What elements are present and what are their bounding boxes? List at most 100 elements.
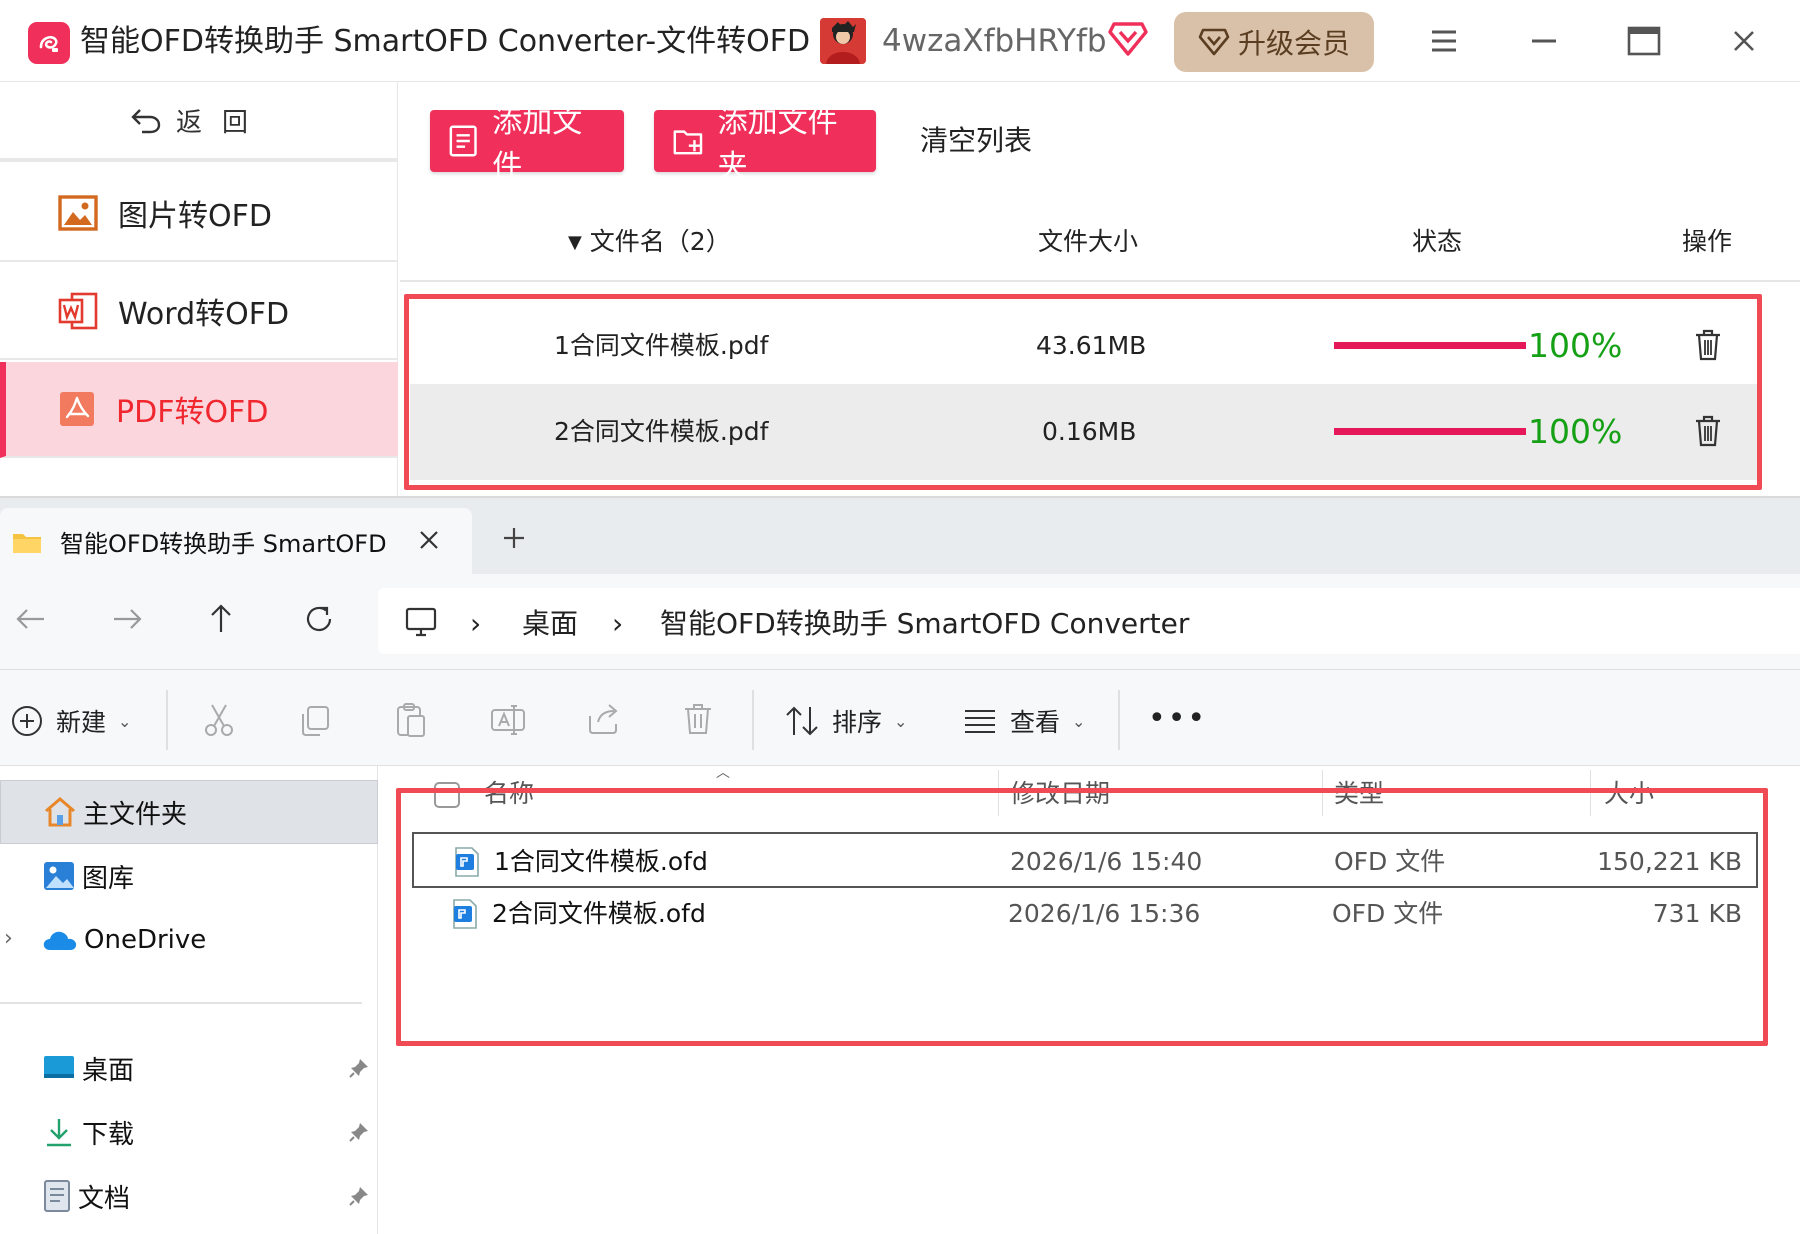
- sidebar-item-word[interactable]: Word转OFD: [0, 264, 398, 360]
- rename-button[interactable]: [490, 702, 526, 738]
- share-icon: [589, 704, 618, 734]
- download-icon: [47, 1119, 71, 1147]
- sidebar-item-label: Word转OFD: [118, 297, 290, 332]
- header-action: 操作: [1682, 227, 1733, 256]
- header-divider: [400, 280, 1800, 282]
- document-icon: [44, 1180, 70, 1212]
- copy-button[interactable]: [298, 704, 332, 738]
- command-separator: [166, 690, 168, 750]
- more-options-icon[interactable]: •••: [1148, 700, 1207, 738]
- minimize-button[interactable]: [1514, 16, 1574, 66]
- nav-item-label: 桌面: [82, 1055, 135, 1086]
- add-folder-button[interactable]: 添加文件夹: [654, 105, 876, 184]
- maximize-button[interactable]: [1614, 16, 1674, 66]
- sort-button[interactable]: 排序 ⌄: [784, 702, 907, 740]
- upgrade-vip-button[interactable]: 升级会员: [1174, 12, 1374, 72]
- plus-icon: [504, 528, 524, 548]
- pin-icon[interactable]: [348, 1185, 370, 1207]
- nav-item-onedrive[interactable]: OneDrive: [0, 908, 378, 972]
- cut-button[interactable]: [202, 702, 236, 738]
- header-file-name-label: 文件名（2）: [589, 227, 731, 256]
- desktop-icon: [44, 1056, 74, 1078]
- nav-item-gallery[interactable]: 图库: [0, 844, 378, 908]
- delete-explorer-button[interactable]: [682, 702, 714, 736]
- share-button[interactable]: [586, 702, 622, 736]
- breadcrumb-folder[interactable]: 智能OFD转换助手 SmartOFD Converter: [660, 604, 1189, 644]
- sidebar-item-pdf[interactable]: PDF转OFD: [0, 362, 398, 458]
- arrow-left-icon: [16, 609, 44, 629]
- pin-icon[interactable]: [348, 1121, 370, 1143]
- nav-item-desktop[interactable]: 桌面: [0, 1036, 378, 1100]
- breadcrumb-desktop[interactable]: 桌面: [522, 604, 578, 644]
- nav-item-label: 下载: [82, 1119, 135, 1150]
- chevron-down-icon: ⌄: [1072, 711, 1086, 731]
- back-label: 返回: [175, 107, 268, 138]
- close-button[interactable]: [1714, 16, 1774, 66]
- back-button[interactable]: 返回: [0, 82, 398, 162]
- sort-icon: [786, 706, 818, 736]
- new-tab-button[interactable]: [502, 526, 526, 550]
- arrow-up-icon: [211, 604, 231, 632]
- vip-diamond-icon: [1198, 28, 1230, 56]
- refresh-icon: [306, 606, 332, 632]
- vip-diamond-icon: [1108, 20, 1148, 58]
- minimize-icon: [1532, 39, 1556, 43]
- close-icon: [420, 531, 438, 549]
- menu-button[interactable]: [1414, 16, 1474, 66]
- nav-item-label: OneDrive: [84, 925, 207, 955]
- app-title: 智能OFD转换助手 SmartOFD Converter-文件转OFD: [80, 24, 811, 59]
- onedrive-icon: [43, 931, 77, 950]
- sort-label: 排序: [832, 708, 883, 737]
- forward-nav-button[interactable]: [110, 602, 144, 636]
- close-icon: [1734, 31, 1754, 51]
- nav-item-label: 文档: [78, 1183, 131, 1214]
- tab-close-button[interactable]: [418, 529, 440, 551]
- nav-item-home[interactable]: 主文件夹: [0, 780, 378, 844]
- view-button[interactable]: 查看 ⌄: [962, 702, 1085, 740]
- arrow-right-icon: [114, 609, 142, 629]
- rename-icon: [491, 705, 525, 735]
- user-avatar[interactable]: [820, 18, 866, 64]
- tab-title: 智能OFD转换助手 SmartOFD Converter: [60, 530, 390, 558]
- this-pc-icon[interactable]: [404, 606, 438, 638]
- header-file-name[interactable]: ▼ 文件名（2）: [568, 222, 731, 263]
- command-separator: [752, 690, 754, 750]
- chevron-down-icon: ⌄: [894, 711, 908, 731]
- nav-item-downloads[interactable]: 下载: [0, 1100, 378, 1164]
- refresh-button[interactable]: [302, 602, 336, 636]
- word-icon: [58, 292, 98, 330]
- sidebar-item-label: 图片转OFD: [118, 199, 272, 234]
- sidebar-item-image[interactable]: 图片转OFD: [0, 166, 398, 262]
- view-list-icon: [965, 710, 995, 733]
- view-label: 查看: [1010, 708, 1061, 737]
- image-icon: [58, 195, 98, 231]
- gallery-icon: [44, 862, 74, 890]
- trash-icon: [685, 704, 711, 734]
- clear-list-button[interactable]: 清空列表: [920, 110, 1032, 172]
- paste-button[interactable]: [394, 702, 428, 738]
- app-logo-icon: [28, 22, 70, 64]
- add-file-button[interactable]: 添加文件: [430, 105, 624, 184]
- highlight-box: [396, 788, 1768, 1046]
- add-folder-icon: [673, 130, 703, 155]
- plus-circle-icon: [12, 706, 42, 736]
- new-label: 新建: [56, 708, 107, 737]
- hamburger-icon: [1432, 30, 1456, 52]
- sort-down-icon: ▼: [568, 232, 582, 253]
- header-file-size: 文件大小: [1038, 227, 1139, 256]
- back-arrow-icon: [131, 109, 161, 134]
- sort-up-icon: ︿: [716, 765, 730, 781]
- nav-item-label: 主文件夹: [83, 799, 188, 830]
- nav-item-label: 图库: [82, 863, 135, 894]
- chevron-right-icon: ›: [612, 607, 624, 640]
- back-nav-button[interactable]: [14, 602, 48, 636]
- new-button[interactable]: 新建 ⌄: [10, 702, 131, 740]
- scissors-icon: [205, 704, 233, 736]
- up-nav-button[interactable]: [204, 602, 238, 636]
- pin-icon[interactable]: [348, 1057, 370, 1079]
- highlight-box: [404, 294, 1762, 490]
- copy-icon: [302, 706, 329, 736]
- home-icon: [45, 797, 75, 827]
- nav-item-documents[interactable]: 文档: [0, 1164, 378, 1228]
- add-file-label: 添加文件: [492, 105, 583, 184]
